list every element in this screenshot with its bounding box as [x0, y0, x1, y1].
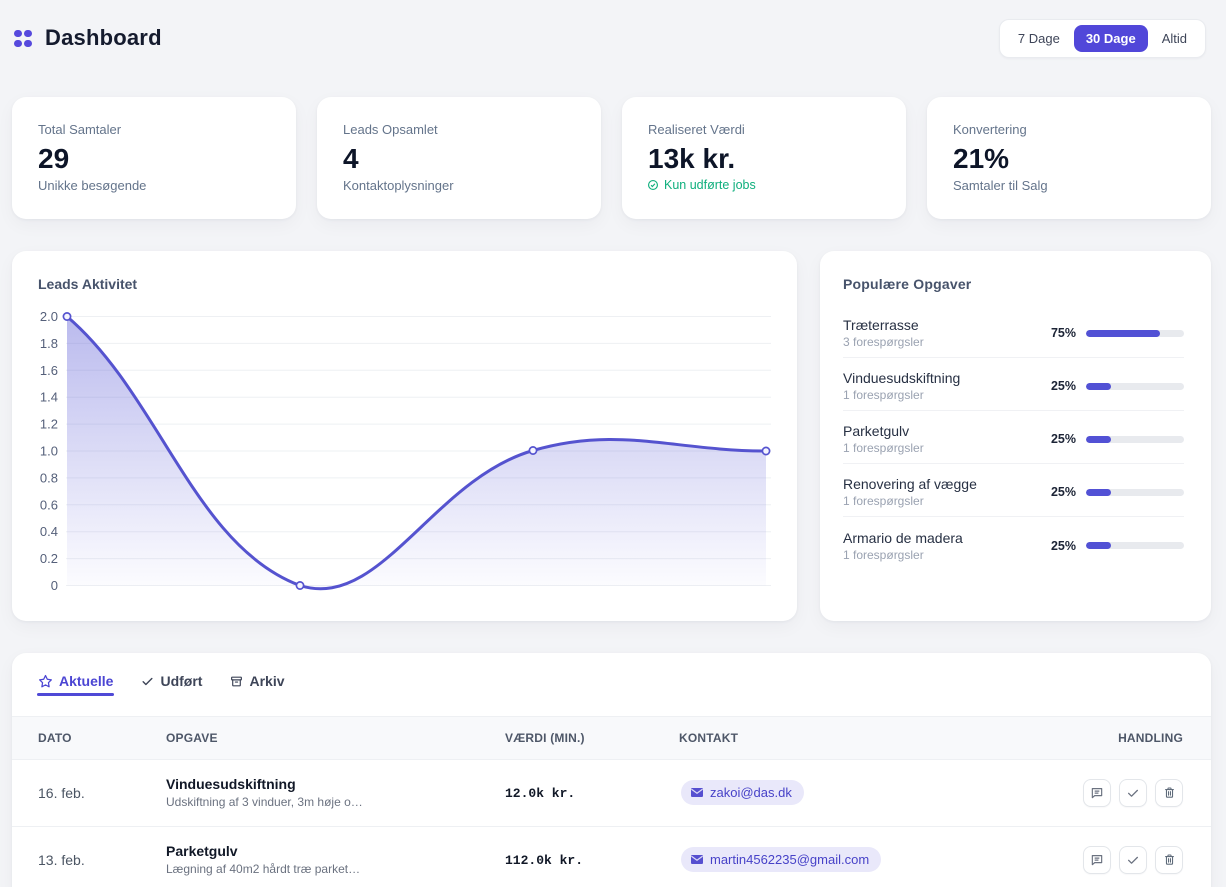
svg-text:1.2: 1.2: [40, 417, 58, 432]
svg-text:1.0: 1.0: [40, 444, 58, 459]
svg-text:2.0: 2.0: [40, 309, 58, 324]
svg-text:0.4: 0.4: [40, 524, 58, 539]
svg-text:0.6: 0.6: [40, 497, 58, 512]
svg-text:0.8: 0.8: [40, 470, 58, 485]
svg-text:1.4: 1.4: [40, 390, 58, 405]
svg-text:1.6: 1.6: [40, 363, 58, 378]
svg-text:1.8: 1.8: [40, 336, 58, 351]
svg-text:0: 0: [51, 578, 58, 593]
svg-text:0.2: 0.2: [40, 551, 58, 566]
